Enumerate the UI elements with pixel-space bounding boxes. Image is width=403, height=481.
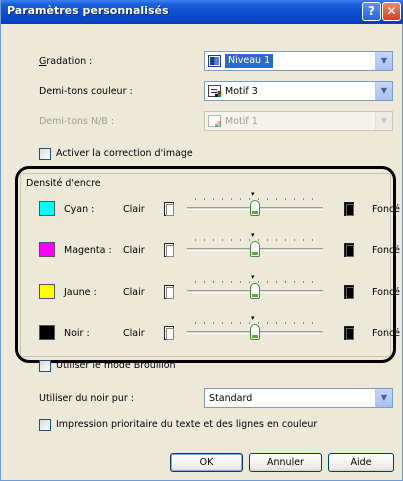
color-halftone-value: Motif 3 bbox=[225, 86, 258, 97]
highlight-frame bbox=[15, 166, 396, 363]
image-correction-label: Activer la correction d'image bbox=[56, 148, 193, 159]
gradation-value: Niveau 1 bbox=[225, 54, 274, 68]
bw-halftone-select: Motif 1 ▼ bbox=[204, 111, 393, 131]
title-bar: Paramètres personnalisés ? ✕ bbox=[1, 0, 403, 24]
gradation-select[interactable]: Niveau 1 ▼ bbox=[204, 51, 393, 71]
image-correction-checkbox[interactable] bbox=[39, 148, 51, 160]
pattern-icon bbox=[208, 115, 221, 127]
color-dots-icon bbox=[215, 91, 221, 97]
chevron-down-icon: ▼ bbox=[375, 112, 392, 130]
pattern-icon bbox=[208, 85, 221, 97]
close-button[interactable]: ✕ bbox=[382, 2, 401, 21]
priority-print-label: Impression prioritaire du texte et des l… bbox=[56, 419, 318, 430]
chevron-down-icon[interactable]: ▼ bbox=[375, 82, 392, 100]
ok-button[interactable]: OK bbox=[170, 453, 243, 472]
priority-print-checkbox[interactable] bbox=[39, 419, 51, 431]
color-halftone-label: Demi-tons couleur : bbox=[39, 86, 133, 97]
chevron-down-icon[interactable]: ▼ bbox=[375, 389, 392, 407]
pure-black-value: Standard bbox=[209, 393, 253, 404]
pure-black-label: Utiliser du noir pur : bbox=[39, 393, 134, 404]
bw-halftone-label: Demi-tons N/B : bbox=[39, 116, 115, 127]
color-halftone-select[interactable]: Motif 3 ▼ bbox=[204, 81, 393, 101]
gradation-level-icon bbox=[208, 55, 221, 67]
gradation-label-text: radation : bbox=[46, 56, 93, 67]
help-title-button[interactable]: ? bbox=[362, 2, 381, 21]
cancel-button[interactable]: Annuler bbox=[249, 453, 322, 472]
help-button[interactable]: Aide bbox=[328, 453, 394, 472]
draft-mode-checkbox[interactable] bbox=[39, 360, 51, 372]
pure-black-select[interactable]: Standard ▼ bbox=[204, 388, 393, 408]
color-dots-icon bbox=[215, 121, 221, 127]
custom-settings-dialog: Paramètres personnalisés ? ✕ Gradation :… bbox=[0, 0, 403, 481]
draft-mode-label: Utiliser le mode Brouillon bbox=[56, 360, 176, 371]
gradation-label: Gradation : bbox=[39, 56, 93, 67]
bw-halftone-value: Motif 1 bbox=[225, 116, 258, 127]
window-title: Paramètres personnalisés bbox=[7, 4, 169, 17]
chevron-down-icon[interactable]: ▼ bbox=[375, 52, 392, 70]
